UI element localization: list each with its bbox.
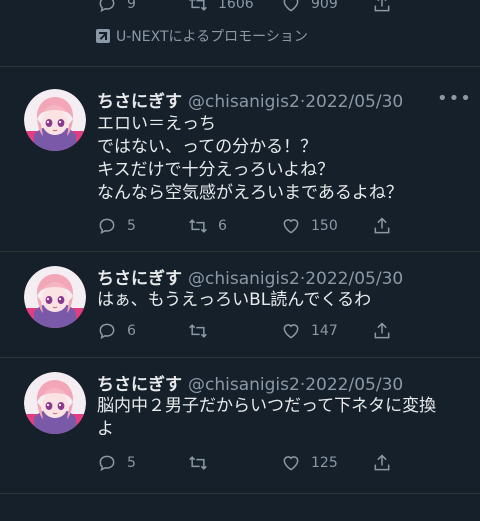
like-count: 147 [311,323,338,339]
tweet-line: はぁ、もうえっろいBL読んでくるわ [97,290,372,310]
retweet-button[interactable]: 1606 [188,0,254,14]
tweet-line: キスだけで十分えっろいよね？ [97,160,335,180]
like-button[interactable]: 909 [281,0,338,14]
reply-button[interactable]: 5 [97,216,136,236]
previous-tweet-actions: 9 1606 909 [0,0,480,22]
tweet-date[interactable]: ·2022/05/30 [300,269,403,289]
tweet-text: はぁ、もうえっろいBL読んでくるわ [97,289,457,312]
tweet-line: エロい＝えっち [97,114,216,134]
retweet-button[interactable]: 6 [188,216,227,236]
retweet-icon [188,216,208,236]
tweet[interactable]: ちさにぎす @chisanigis2 ·2022/05/30 脳内中２男子だから… [0,358,480,493]
avatar[interactable] [24,372,86,434]
tweet-line: 脳内中２男子だからいつだって下ネタに変換 [97,396,437,416]
share-button[interactable] [372,453,392,473]
tweet-line: よ [97,419,114,439]
share-icon [372,321,392,341]
avatar[interactable] [24,89,86,151]
tweet-actions: 5 6 150 [97,216,397,236]
like-icon [281,0,301,14]
like-button[interactable]: 150 [281,216,338,236]
like-button[interactable]: 147 [281,321,338,341]
promoted-icon [96,29,110,43]
retweet-count: 1606 [218,0,254,12]
display-name[interactable]: ちさにぎす [97,87,182,112]
retweet-button[interactable] [188,453,218,473]
tweet-line: ではない、っての分かる！？ [97,137,318,157]
reply-count: 6 [127,323,136,339]
tweet[interactable]: ちさにぎす @chisanigis2 ·2022/05/30 はぁ、もうえっろい… [0,252,480,357]
display-name[interactable]: ちさにぎす [97,370,182,395]
share-icon [372,216,392,236]
reply-button[interactable]: 5 [97,453,136,473]
reply-icon [97,216,117,236]
like-count: 150 [311,218,338,234]
retweet-icon [188,453,208,473]
tweet-header: ちさにぎす @chisanigis2 ·2022/05/30 [97,370,403,395]
retweet-icon [188,321,208,341]
display-name[interactable]: ちさにぎす [97,264,182,289]
user-handle[interactable]: @chisanigis2 [188,375,300,395]
reply-count: 9 [127,0,136,12]
promoted-label: U-NEXTによるプロモーション [96,26,308,46]
reply-icon [97,0,117,14]
user-handle[interactable]: @chisanigis2 [188,92,300,112]
tweet-line: なんなら空気感がえろいまであるよね？ [97,183,403,203]
tweet-text: エロい＝えっち ではない、っての分かる！？ キスだけで十分えっろいよね？ なんな… [97,113,457,205]
tweet-header: ちさにぎす @chisanigis2 ·2022/05/30 [97,87,403,112]
retweet-icon [188,0,208,14]
tweet-date[interactable]: ·2022/05/30 [300,375,403,395]
tweet-text: 脳内中２男子だからいつだって下ネタに変換 よ [97,395,457,441]
more-icon[interactable]: ••• [437,88,472,109]
share-button[interactable] [372,0,392,14]
user-handle[interactable]: @chisanigis2 [188,269,300,289]
reply-count: 5 [127,455,136,471]
like-icon [281,453,301,473]
like-count: 909 [311,0,338,12]
share-button[interactable] [372,216,392,236]
tweet[interactable]: ちさにぎす @chisanigis2 ·2022/05/30 ••• エロい＝え… [0,67,480,252]
tweet-actions: 6 147 [97,321,397,341]
reply-count: 5 [127,218,136,234]
tweet-date[interactable]: ·2022/05/30 [300,92,403,112]
divider [0,493,480,494]
tweet-actions: 5 125 [97,453,397,473]
like-icon [281,321,301,341]
reply-icon [97,453,117,473]
share-icon [372,0,392,14]
reply-button[interactable]: 9 [97,0,136,14]
like-count: 125 [311,455,338,471]
promoted-text: U-NEXTによるプロモーション [116,29,308,45]
avatar[interactable] [24,266,86,328]
tweet-header: ちさにぎす @chisanigis2 ·2022/05/30 [97,264,403,289]
share-icon [372,453,392,473]
share-button[interactable] [372,321,392,341]
reply-icon [97,321,117,341]
like-icon [281,216,301,236]
reply-button[interactable]: 6 [97,321,136,341]
retweet-count: 6 [218,218,227,234]
retweet-button[interactable] [188,321,218,341]
like-button[interactable]: 125 [281,453,338,473]
